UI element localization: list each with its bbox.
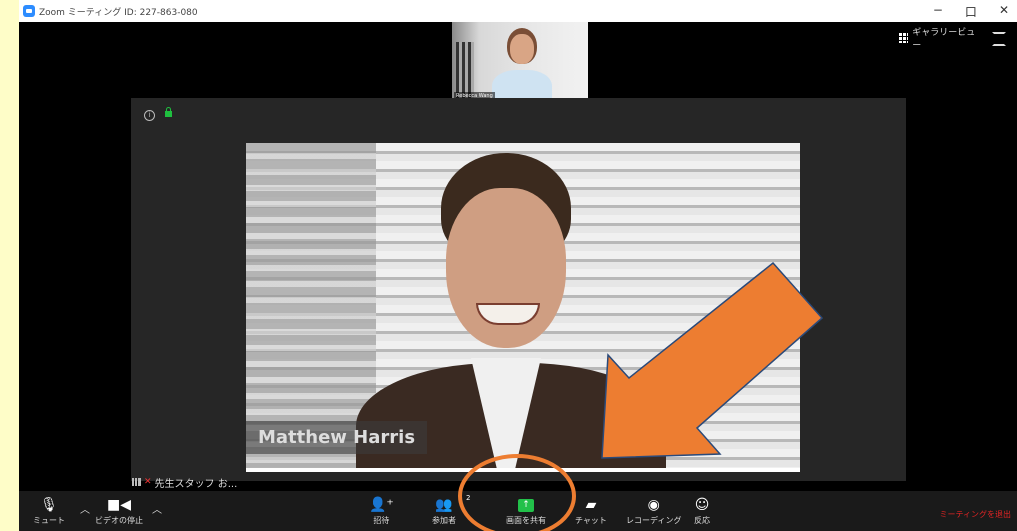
video-label: ビデオの停止 <box>95 516 143 525</box>
gallery-view-label: ギャラリービュー <box>912 28 976 51</box>
chat-button[interactable]: ▰ チャット <box>575 495 607 526</box>
speaker-name: Matthew Harris <box>246 421 428 454</box>
participants-button[interactable]: 👥 参加者 <box>432 495 456 526</box>
mute-label: ミュート <box>33 516 65 525</box>
active-speaker-video: Matthew Harris <box>246 143 800 468</box>
signal-icon <box>132 478 141 486</box>
status-text: 先生スタッフ お... <box>154 478 238 490</box>
participants-icon: 👥 <box>435 497 453 513</box>
reactions-button[interactable]: ☺ 反応 <box>694 495 710 526</box>
record-label: レコーディング <box>626 516 682 525</box>
share-label: 画面を共有 <box>506 516 546 525</box>
title-bar: Zoom ミーティング ID: 227-863-080 − 口 ✕ <box>19 0 1017 22</box>
microphone-icon: 🎙 <box>40 497 58 513</box>
reactions-label: 反応 <box>694 516 710 525</box>
share-screen-button[interactable]: ↑ 画面を共有 <box>506 495 546 526</box>
participant-thumbnail[interactable]: Rebecca Wang <box>452 22 588 102</box>
participants-label: 参加者 <box>432 516 456 525</box>
zoom-window: Zoom ミーティング ID: 227-863-080 − 口 ✕ ギャラリービ… <box>19 0 1017 531</box>
gallery-view-button[interactable]: ギャラリービュー <box>899 28 979 51</box>
chat-icon: ▰ <box>585 497 597 513</box>
video-divider <box>246 468 800 472</box>
video-options-chevron-icon[interactable]: ︿ <box>152 501 162 516</box>
stop-video-button[interactable]: ■◀ ビデオの停止 <box>95 495 143 526</box>
fullscreen-icon[interactable] <box>992 32 1006 46</box>
record-button[interactable]: ◉ レコーディング <box>626 495 681 526</box>
video-stage: i Matthew Harris <box>131 98 906 481</box>
grid-icon <box>899 33 909 43</box>
window-title: Zoom ミーティング ID: 227-863-080 <box>39 7 198 18</box>
lock-icon[interactable] <box>165 107 172 117</box>
smiley-icon: ☺ <box>694 497 710 513</box>
info-icon[interactable]: i <box>144 110 155 121</box>
invite-button[interactable]: 👤⁺ 招待 <box>369 495 394 526</box>
add-user-icon: 👤⁺ <box>369 497 394 513</box>
meeting-toolbar: 🎙 ミュート ︿ ■◀ ビデオの停止 ︿ 👤⁺ 招待 👥 参加者 2 ↑ 画面を… <box>19 491 1017 531</box>
video-camera-icon: ■◀ <box>107 497 131 513</box>
mute-button[interactable]: 🎙 ミュート <box>33 495 65 526</box>
record-icon: ◉ <box>647 497 660 513</box>
share-screen-icon: ↑ <box>518 498 534 512</box>
audio-options-chevron-icon[interactable]: ︿ <box>80 501 90 516</box>
mic-muted-icon: ✕ <box>144 477 152 487</box>
invite-label: 招待 <box>373 516 390 525</box>
zoom-logo-icon <box>23 5 35 17</box>
chat-label: チャット <box>575 516 607 525</box>
minimize-button[interactable]: − <box>933 3 943 20</box>
close-button[interactable]: ✕ <box>999 3 1009 20</box>
leave-meeting-button[interactable]: ミーティングを退出 <box>939 509 1011 520</box>
participants-count: 2 <box>466 494 471 502</box>
maximize-button[interactable]: 口 <box>965 3 977 20</box>
status-row: ✕ 先生スタッフ お... <box>132 475 238 490</box>
